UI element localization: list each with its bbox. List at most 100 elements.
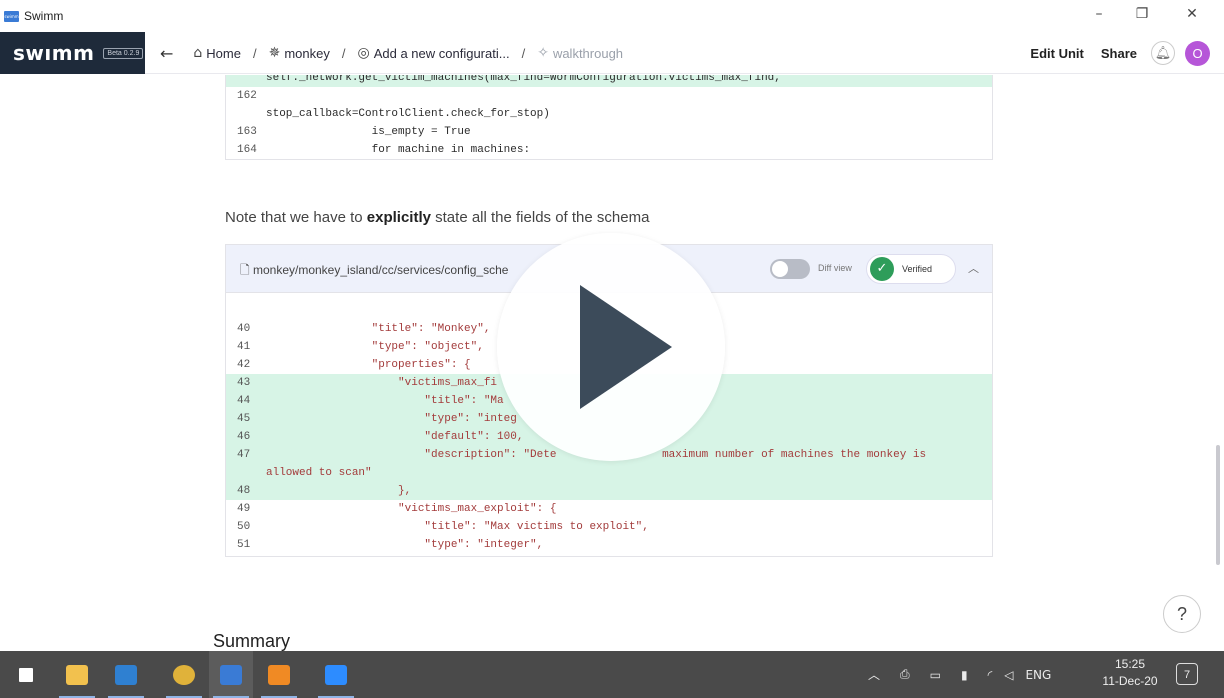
code-text: "default": 100, [266,431,524,443]
file-icon: 🗋︎ [240,263,253,277]
app-header: swımm Beta 0.2.9 ← ⌂ Home / ✵ monkey / ◎… [0,32,1224,74]
code-text: "properties": { [266,359,471,371]
wifi-icon[interactable]: ◜ [988,668,993,682]
swimm-app-icon: swimm [4,10,19,22]
header-actions: Edit Unit Share 🔔︎ O [1030,32,1210,74]
code-line: allowed to scan" [226,464,992,482]
line-number: 41 [237,341,251,353]
code-text: "victims_max_fi [266,377,498,389]
video-play-button[interactable] [497,233,725,461]
line-number: 43 [237,377,251,389]
code-line: 164 for machine in machines: [237,144,531,156]
back-arrow-icon[interactable]: ← [160,44,173,63]
code-text: allowed to scan" [266,467,372,479]
language-indicator[interactable]: ENG [1025,668,1051,682]
window-title: Swimm [24,9,64,23]
pen-icon[interactable]: ▮ [961,668,968,682]
notification-center-icon[interactable]: 7 [1176,663,1198,685]
config-icon: ◎ [357,45,370,61]
code-line: 49 "victims_max_exploit": { [226,500,992,518]
code-line: 51 "type": "integer", [226,536,992,554]
chrome-icon[interactable] [162,651,206,698]
breadcrumb-walkthrough[interactable]: walkthrough [553,46,623,61]
code-text: }, [266,485,412,497]
swimm-window: swimm Swimm – ❐ ✕ swımm Beta 0.2.9 ← ⌂ H… [0,0,1224,698]
summary-heading: Summary [213,631,291,651]
code-text: "type": "object", [266,341,484,353]
app-glyph [268,664,290,685]
code-text: "victims_max_exploit": { [266,503,557,515]
volume-icon[interactable]: ◁︎ [1004,668,1013,682]
vscode-icon[interactable] [104,651,148,698]
code-text: "title": "Max victims to exploit", [266,521,649,533]
app-glyph [220,664,242,685]
clock-time: 15:25 [1114,657,1146,671]
home-icon: ⌂ [193,45,203,61]
breadcrumb-config[interactable]: Add a new configurati... [374,46,510,61]
help-button[interactable]: ? [1163,595,1201,633]
play-icon [580,285,672,409]
restore-icon[interactable]: ❐ [1132,6,1152,22]
sublime-icon[interactable] [257,651,301,698]
breadcrumb-separator: / [341,45,346,61]
note-emphasis: explicitly [366,209,431,226]
unit-content: self._network.get_victim_machines(max_fi… [0,75,1224,651]
breadcrumb-separator: / [252,45,257,61]
edit-unit-button[interactable]: Edit Unit [1030,46,1083,61]
line-number: 40 [237,323,251,335]
code-line: 48 }, [226,482,992,500]
code-text: "title": "Ma [266,395,504,407]
line-number: 50 [237,521,251,533]
breadcrumb-separator: / [521,45,526,61]
meet-now-icon[interactable]: ⎙ [900,667,910,682]
code-line: 163 is_empty = True [237,126,471,138]
code-text: "title": "Monkey", [266,323,491,335]
line-number: 42 [237,359,251,371]
diff-view-label: Diff view [818,263,852,273]
share-button[interactable]: Share [1101,46,1137,61]
code-line: self._network.get_victim_machines(max_fi… [226,75,992,87]
code-line: 162 [237,90,257,102]
app-glyph [173,664,195,685]
file-path[interactable]: 🗋︎ monkey/monkey_island/cc/services/conf… [240,261,508,282]
code-line: 50 "title": "Max victims to exploit", [226,518,992,536]
top-code-snippet: self._network.get_victim_machines(max_fi… [225,75,993,160]
app-glyph [115,664,137,685]
line-number: 45 [237,413,251,425]
verified-badge[interactable]: ✓ Verified [866,254,956,284]
minimize-icon[interactable]: – [1089,6,1109,22]
avatar[interactable]: O [1185,40,1210,66]
window-titlebar: swimm Swimm – ❐ ✕ [0,0,1224,32]
walkthrough-icon: ✧ [537,45,549,61]
breadcrumb-monkey[interactable]: monkey [284,46,330,61]
breadcrumb-home[interactable]: Home [206,46,241,61]
battery-icon[interactable]: ▭ [930,668,941,682]
app-glyph [19,667,33,682]
breadcrumb: ← ⌂ Home / ✵ monkey / ◎ Add a new config… [160,32,623,74]
zoom-icon[interactable] [314,651,358,698]
app-glyph [325,664,347,685]
swimm-taskbar-icon[interactable] [209,651,253,698]
start-button[interactable] [4,651,48,698]
windows-taskbar: ︿ ⎙ ▭ ▮ ◜ ◁︎ ENG 15:25 11-Dec-20 7 [0,651,1224,698]
line-number: 44 [237,395,251,407]
clock-date: 11-Dec-20 [1102,674,1158,688]
system-tray: ︿ ⎙ ▭ ▮ ◜ ◁︎ ENG [868,651,1051,698]
clock[interactable]: 15:25 11-Dec-20 [1100,656,1160,690]
line-number: 47 [237,449,251,461]
bell-icon[interactable]: 🔔︎ [1151,41,1175,65]
swimm-logo: swımm [13,41,95,65]
chevron-up-icon[interactable]: ︿ [868,666,880,683]
brand[interactable]: swımm Beta 0.2.9 [0,32,145,74]
diff-view-toggle[interactable] [770,259,810,279]
chevron-up-icon[interactable]: ︿ [968,260,979,276]
verified-label: Verified [902,264,933,274]
check-icon: ✓ [870,257,894,281]
file-explorer-icon[interactable] [55,651,99,698]
code-line: stop_callback=ControlClient.check_for_st… [266,108,550,120]
scrollbar[interactable] [1216,445,1220,565]
line-number: 49 [237,503,251,515]
code-text: "type": "integ [266,413,517,425]
app-glyph [66,664,88,685]
close-icon[interactable]: ✕ [1182,6,1202,22]
